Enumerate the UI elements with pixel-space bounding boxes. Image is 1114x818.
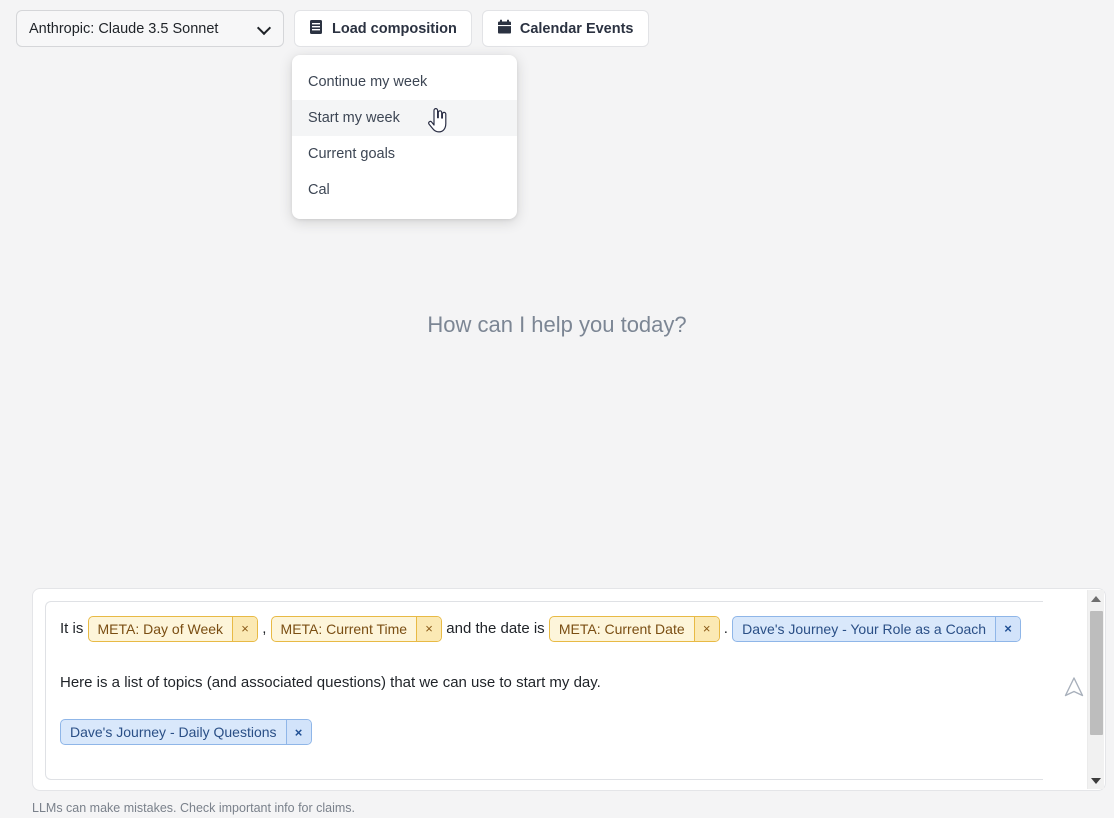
top-toolbar: Anthropic: Claude 3.5 Sonnet Load compos… xyxy=(16,10,649,47)
composer-panel: It is META: Day of Week × , META: Curren… xyxy=(32,588,1106,791)
composer-editor[interactable]: It is META: Day of Week × , META: Curren… xyxy=(45,601,1043,780)
tag-daves-journey-coach-role[interactable]: Dave's Journey - Your Role as a Coach × xyxy=(732,616,1022,642)
tag-label: Dave's Journey - Daily Questions xyxy=(70,724,277,740)
composer-text-middle: and the date is xyxy=(442,619,549,637)
composer-right-rail xyxy=(1043,589,1105,790)
tag-label: META: Current Time xyxy=(280,620,408,637)
load-composition-label: Load composition xyxy=(332,20,457,37)
composer-paragraph: Here is a list of topics (and associated… xyxy=(60,674,601,691)
scroll-up-arrow-icon[interactable] xyxy=(1088,590,1104,607)
model-select-value: Anthropic: Claude 3.5 Sonnet xyxy=(29,20,219,37)
tag-remove-icon[interactable]: × xyxy=(285,720,311,744)
model-select[interactable]: Anthropic: Claude 3.5 Sonnet xyxy=(16,10,284,47)
menu-item-label: Continue my week xyxy=(308,74,428,90)
menu-item-current-goals[interactable]: Current goals xyxy=(292,136,517,172)
menu-item-label: Cal xyxy=(308,182,330,198)
tag-label: META: Current Date xyxy=(558,620,685,637)
calendar-events-button[interactable]: Calendar Events xyxy=(481,10,649,47)
tag-daves-journey-daily-questions[interactable]: Dave's Journey - Daily Questions × xyxy=(60,719,312,745)
page-title: How can I help you today? xyxy=(427,312,687,337)
composer-text-separator-1: , xyxy=(258,619,271,637)
tag-remove-icon[interactable]: × xyxy=(416,617,442,641)
menu-item-cal[interactable]: Cal xyxy=(292,172,517,208)
scrollbar-track[interactable] xyxy=(1088,607,1104,772)
composer-text-prefix: It is xyxy=(60,619,88,637)
send-icon[interactable] xyxy=(1063,676,1085,703)
menu-item-label: Current goals xyxy=(308,146,396,162)
menu-item-label: Start my week xyxy=(308,110,400,126)
tag-meta-day-of-week[interactable]: META: Day of Week × xyxy=(87,616,259,642)
tag-label: META: Day of Week xyxy=(97,620,224,637)
scroll-down-arrow-icon[interactable] xyxy=(1088,772,1104,789)
tag-label: Dave's Journey - Your Role as a Coach xyxy=(742,620,987,637)
tag-remove-icon[interactable]: × xyxy=(693,617,719,641)
calendar-events-label: Calendar Events xyxy=(519,20,634,37)
disclaimer-text: LLMs can make mistakes. Check important … xyxy=(32,801,356,815)
composer-text-separator-2: . xyxy=(719,619,733,637)
book-icon xyxy=(309,19,324,39)
composer-line-1: It is META: Day of Week × , META: Curren… xyxy=(60,616,1029,642)
tag-remove-icon[interactable]: × xyxy=(995,617,1021,641)
composer-scrollbar[interactable] xyxy=(1087,590,1104,789)
load-composition-button[interactable]: Load composition xyxy=(294,10,472,47)
tag-meta-current-time[interactable]: META: Current Time × xyxy=(270,616,443,642)
scrollbar-thumb[interactable] xyxy=(1090,611,1103,735)
menu-item-start-my-week[interactable]: Start my week xyxy=(292,100,517,136)
chevron-down-icon xyxy=(258,22,271,35)
composer-tag-row: Dave's Journey - Daily Questions × xyxy=(60,719,1029,745)
load-composition-menu: Continue my week Start my week Current g… xyxy=(292,55,517,219)
menu-item-continue-my-week[interactable]: Continue my week xyxy=(292,64,517,100)
calendar-icon xyxy=(497,19,512,39)
tag-meta-current-date[interactable]: META: Current Date × xyxy=(548,616,720,642)
tag-remove-icon[interactable]: × xyxy=(232,617,258,641)
